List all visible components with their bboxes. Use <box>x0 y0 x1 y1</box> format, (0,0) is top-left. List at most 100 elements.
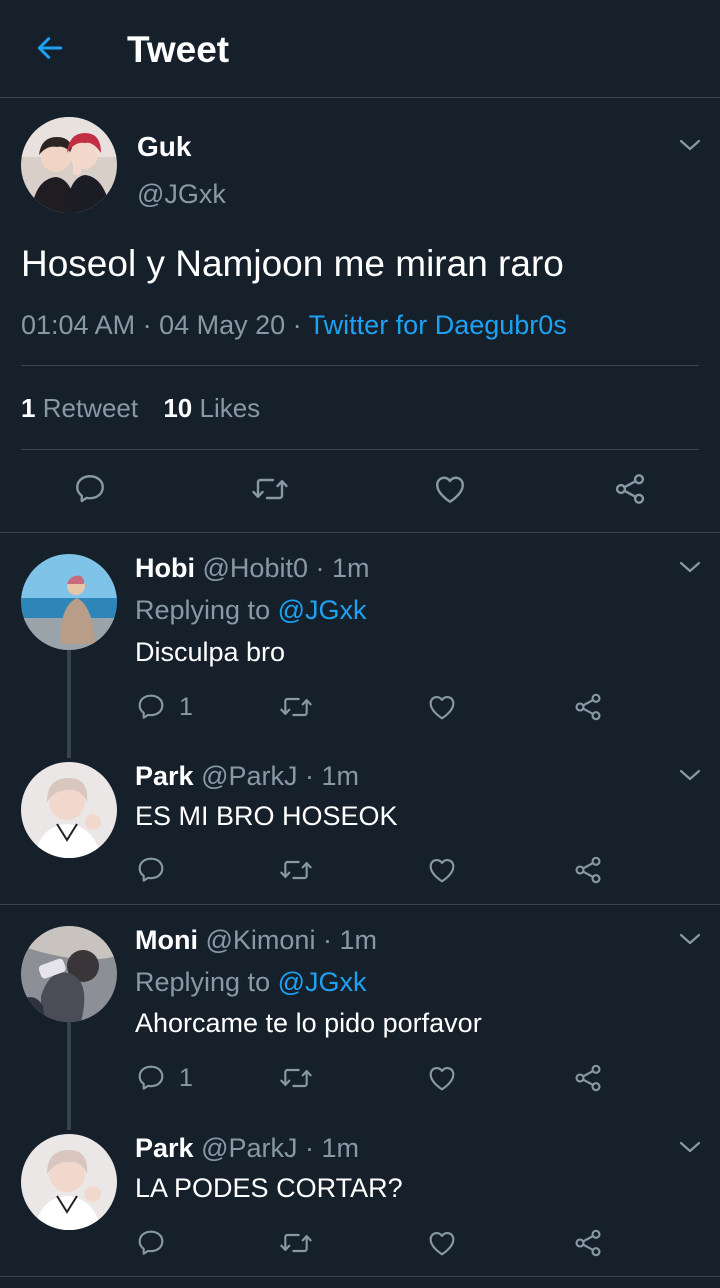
like-button[interactable] <box>430 469 470 509</box>
reply-author-name[interactable]: Hobi <box>135 553 195 583</box>
thread-line <box>67 1022 71 1130</box>
like-button[interactable] <box>426 689 458 725</box>
reply-button[interactable] <box>135 1225 167 1261</box>
reply-header: Park @ParkJ · 1m <box>135 1131 359 1165</box>
heart-icon <box>429 1066 455 1091</box>
reply-time: · 1m <box>315 925 377 955</box>
divider <box>0 532 720 533</box>
reply-author-handle[interactable]: @Hobit0 <box>203 553 308 583</box>
avatar[interactable] <box>21 926 117 1022</box>
share-button[interactable] <box>572 689 604 725</box>
reply-icon <box>138 857 164 882</box>
retweets-stat[interactable]: 1 Retweet <box>21 393 138 423</box>
reply-icon <box>138 1230 164 1255</box>
tweet-stats: 1 Retweet 10 Likes <box>21 391 260 425</box>
share-icon <box>615 474 645 504</box>
tweet-meta: 01:04 AM · 04 May 20 · Twitter for Daegu… <box>21 310 567 340</box>
share-button[interactable] <box>610 469 650 509</box>
avatar[interactable] <box>21 1134 117 1230</box>
reply-menu-button[interactable] <box>675 760 705 790</box>
retweet-icon <box>252 478 288 500</box>
reply-header: Park @ParkJ · 1m <box>135 759 359 793</box>
reply-count: 1 <box>179 692 193 721</box>
reply-author-handle[interactable]: @ParkJ <box>201 761 297 791</box>
replying-to-link[interactable]: @JGxk <box>278 967 367 997</box>
retweet-button[interactable] <box>250 469 290 509</box>
share-icon <box>575 1229 601 1257</box>
reply-icon <box>138 1065 164 1090</box>
reply-time: · 1m <box>297 761 360 791</box>
chevron-down-icon <box>679 139 701 151</box>
tweet-date: 04 May 20 <box>159 310 286 340</box>
tweet-text: Hoseol y Namjoon me miran raro <box>21 243 564 284</box>
share-button[interactable] <box>572 1225 604 1261</box>
heart-icon <box>429 1231 455 1256</box>
tweet-menu-button[interactable] <box>675 130 705 160</box>
reply-count: 1 <box>179 1063 193 1092</box>
reply-text: LA PODES CORTAR? <box>135 1173 403 1203</box>
reply-button[interactable]: 1 <box>135 689 193 725</box>
page-title: Tweet <box>127 29 230 70</box>
chevron-down-icon <box>679 769 701 781</box>
reply-header: Moni @Kimoni · 1m <box>135 923 377 957</box>
replying-to: Replying to @JGxk <box>135 595 367 625</box>
avatar[interactable] <box>21 117 117 213</box>
thread-line <box>67 650 71 758</box>
reply-author-handle[interactable]: @Kimoni <box>206 925 316 955</box>
tweet-action-bar <box>0 464 720 516</box>
divider <box>0 1276 720 1277</box>
divider <box>21 449 699 450</box>
back-button[interactable] <box>30 28 70 68</box>
retweet-button[interactable] <box>278 1225 314 1261</box>
replying-to-link[interactable]: @JGxk <box>278 595 367 625</box>
reply-author-name[interactable]: Moni <box>135 925 198 955</box>
reply-button[interactable] <box>70 469 110 509</box>
reply-menu-button[interactable] <box>675 924 705 954</box>
reply-time: · 1m <box>297 1133 360 1163</box>
avatar[interactable] <box>21 554 117 650</box>
retweet-icon <box>280 697 312 717</box>
likes-stat[interactable]: 10 Likes <box>163 393 260 423</box>
like-button[interactable] <box>426 1225 458 1261</box>
reply-text: ES MI BRO HOSEOK <box>135 801 398 831</box>
chevron-down-icon <box>679 561 701 573</box>
share-button[interactable] <box>572 852 604 888</box>
reply-icon <box>138 694 164 719</box>
retweet-icon <box>280 1233 312 1253</box>
share-button[interactable] <box>572 1060 604 1096</box>
avatar[interactable] <box>21 762 117 858</box>
retweet-button[interactable] <box>278 689 314 725</box>
heart-icon <box>429 858 455 883</box>
author-handle[interactable]: @JGxk <box>137 178 226 210</box>
retweet-button[interactable] <box>278 1060 314 1096</box>
share-icon <box>575 1064 601 1092</box>
reply-menu-button[interactable] <box>675 1132 705 1162</box>
reply-author-name[interactable]: Park <box>135 761 194 791</box>
reply-button[interactable]: 1 <box>135 1060 193 1096</box>
reply-author-name[interactable]: Park <box>135 1133 194 1163</box>
divider <box>0 904 720 905</box>
reply-button[interactable] <box>135 852 167 888</box>
like-button[interactable] <box>426 852 458 888</box>
reply-icon <box>76 475 104 503</box>
tweet-time: 01:04 AM <box>21 310 136 340</box>
reply-menu-button[interactable] <box>675 552 705 582</box>
reply-author-handle[interactable]: @ParkJ <box>201 1133 297 1163</box>
chevron-down-icon <box>679 1141 701 1153</box>
share-icon <box>575 856 601 884</box>
retweet-icon <box>280 860 312 880</box>
retweet-icon <box>280 1068 312 1088</box>
share-icon <box>575 693 601 721</box>
replying-to: Replying to @JGxk <box>135 967 367 997</box>
reply-header: Hobi @Hobit0 · 1m <box>135 551 370 585</box>
like-button[interactable] <box>426 1060 458 1096</box>
arrow-left-icon <box>37 37 63 59</box>
reply-text: Ahorcame te lo pido porfavor <box>135 1008 482 1038</box>
reply-time: · 1m <box>307 553 370 583</box>
author-name[interactable]: Guk <box>137 131 191 163</box>
heart-icon <box>429 695 455 720</box>
reply-text: Disculpa bro <box>135 637 286 667</box>
tweet-source-link[interactable]: Twitter for Daegubr0s <box>309 310 567 340</box>
retweet-button[interactable] <box>278 852 314 888</box>
divider <box>21 365 699 366</box>
